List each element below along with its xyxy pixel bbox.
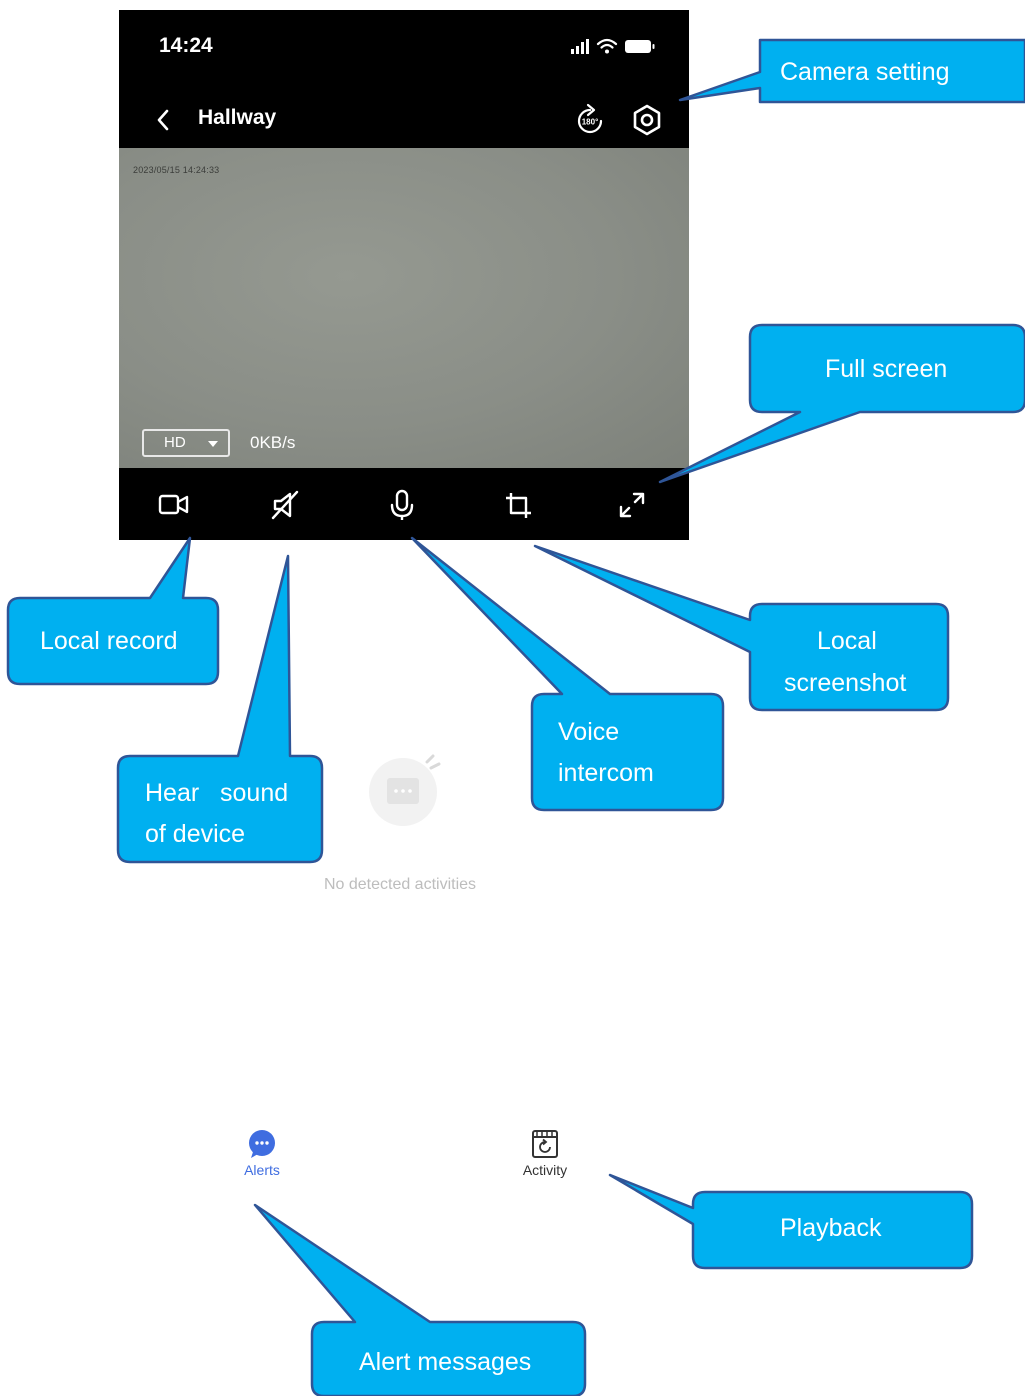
- speaker-muted-icon[interactable]: [269, 488, 303, 522]
- callout-playback-text: Playback: [780, 1214, 882, 1242]
- callout-local-screenshot-text-2: screenshot: [784, 669, 907, 697]
- callout-full-screen: [658, 323, 1025, 484]
- callout-local-screenshot-text-1: Local: [817, 627, 877, 655]
- callout-camera-setting-text: Camera setting: [780, 58, 950, 86]
- callout-camera-setting: [678, 38, 1025, 104]
- callout-alert-messages-text: Alert messages: [359, 1348, 532, 1376]
- status-time: 14:24: [159, 34, 213, 57]
- callout-alert-messages: [253, 1203, 587, 1396]
- rotate-180-label: 180°: [582, 118, 599, 127]
- camera-settings-icon[interactable]: [629, 102, 665, 138]
- microphone-icon[interactable]: [385, 488, 419, 522]
- callout-hear-sound: [116, 554, 324, 864]
- wifi-icon: [596, 38, 618, 49]
- callout-local-screenshot: [533, 544, 950, 712]
- callout-local-record: [6, 536, 220, 686]
- control-bar: [119, 470, 689, 540]
- crop-screenshot-icon[interactable]: [502, 488, 536, 522]
- callout-hear-sound-text-1: Hear sound: [145, 779, 289, 807]
- callout-voice-intercom-text-1: Voice: [558, 718, 620, 746]
- battery-icon: [625, 40, 655, 53]
- dropdown-triangle-icon: [208, 441, 218, 447]
- callout-full-screen-text: Full screen: [825, 355, 948, 383]
- quality-selector[interactable]: HD: [142, 429, 230, 457]
- tab-alerts[interactable]: Alerts: [202, 1128, 322, 1178]
- activity-playback-icon: [532, 1130, 558, 1158]
- callout-hear-sound-text-2: of device: [145, 820, 246, 848]
- empty-state-text: No detected activities: [323, 876, 477, 893]
- back-chevron-icon[interactable]: [151, 106, 177, 134]
- alerts-chat-icon: [249, 1130, 275, 1158]
- rotate-180-icon[interactable]: 180°: [571, 102, 609, 140]
- video-timestamp: 2023/05/15 14:24:33: [133, 165, 220, 175]
- tab-activity-label: Activity: [522, 1162, 568, 1178]
- callout-voice-intercom: [410, 536, 725, 812]
- empty-messages-icon: [369, 754, 441, 826]
- record-icon[interactable]: [157, 488, 191, 522]
- status-icons: [571, 38, 655, 54]
- bitrate: 0KB/s: [250, 433, 296, 452]
- camera-screen: 14:24 Hallway 180° 2023/05/15 14:24:33 H…: [119, 10, 689, 540]
- quality-label: HD: [164, 434, 186, 451]
- tab-activity[interactable]: Activity: [485, 1128, 605, 1178]
- fullscreen-icon[interactable]: [615, 488, 649, 522]
- callout-voice-intercom-text-2: intercom: [558, 759, 654, 787]
- tab-alerts-label: Alerts: [244, 1162, 280, 1178]
- navbar: Hallway 180°: [119, 94, 689, 146]
- callout-playback: [608, 1173, 974, 1270]
- callout-local-record-text: Local record: [40, 627, 178, 655]
- live-video[interactable]: 2023/05/15 14:24:33 HD 0KB/s: [119, 148, 689, 468]
- page-title: Hallway: [198, 106, 277, 129]
- signal-icon: [571, 39, 589, 54]
